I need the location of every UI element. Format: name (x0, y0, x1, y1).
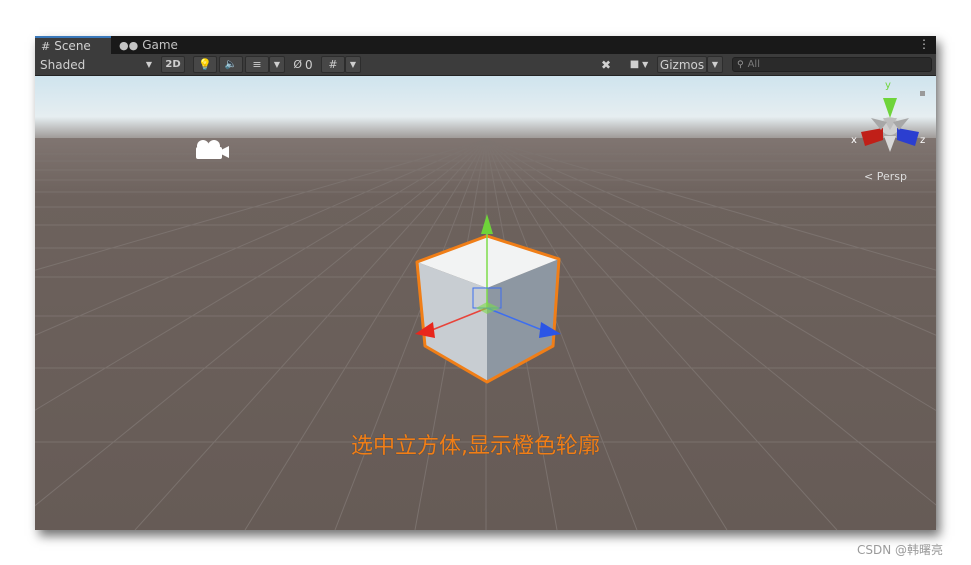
tab-game-label: Game (142, 38, 178, 52)
axis-x-label: x (851, 135, 857, 146)
gamepad-icon: ●● (119, 38, 139, 52)
lightbulb-icon: 💡 (198, 58, 212, 71)
axis-z-label: z (920, 135, 926, 146)
scene-canvas (35, 76, 936, 530)
chevron-down-icon: ▼ (642, 60, 649, 69)
watermark: CSDN @韩曙亮 (857, 543, 944, 557)
search-icon: ⚲ (737, 59, 744, 70)
hidden-count: 0 (305, 57, 313, 72)
speaker-icon: 🔈 (224, 59, 238, 70)
toggle-2d-button[interactable]: 2D (161, 56, 185, 73)
scene-viewport[interactable]: y x z < Persp 选中立方体,显示橙色轮廓 (35, 76, 936, 530)
video-camera-icon: ■ (629, 59, 640, 70)
camera-dropdown-button[interactable]: ■ ▼ (623, 56, 655, 73)
wrench-icon: ✖ (600, 57, 612, 72)
chevron-down-icon: ▼ (349, 60, 357, 69)
scene-window: # Scene ●● Game ⋮ Shaded ▼ 2D 💡 🔈 ≡ ▼ Ø (35, 36, 936, 530)
chevron-down-icon: ▼ (711, 60, 719, 69)
grid-toggle-button[interactable]: # (321, 56, 345, 73)
tab-game[interactable]: ●● Game (113, 36, 183, 54)
chevron-down-icon: ▼ (273, 60, 281, 69)
lighting-toggle-button[interactable]: 💡 (193, 56, 217, 73)
grid-dropdown-button[interactable]: ▼ (345, 56, 361, 73)
persp-icon: < (864, 170, 874, 183)
layers-icon: ≡ (252, 58, 262, 71)
shading-mode-dropdown[interactable]: Shaded ▼ (37, 56, 155, 73)
persp-label: Persp (876, 170, 907, 183)
chevron-down-icon: ▼ (145, 60, 152, 69)
gizmos-dropdown-button[interactable]: ▼ (707, 56, 723, 73)
audio-toggle-button[interactable]: 🔈 (219, 56, 243, 73)
annotation-caption: 选中立方体,显示橙色轮廓 (351, 434, 600, 459)
toggle-2d-label: 2D (165, 59, 181, 70)
effects-toggle-button[interactable]: ≡ (245, 56, 269, 73)
tab-scene-label: Scene (54, 39, 91, 53)
tab-bar: # Scene ●● Game ⋮ (35, 36, 936, 54)
gizmos-label: Gizmos (659, 57, 705, 72)
search-placeholder: All (747, 59, 760, 70)
lock-icon[interactable] (920, 91, 925, 96)
tools-button[interactable]: ✖ (595, 56, 617, 73)
shading-mode-label: Shaded (40, 57, 86, 72)
grid-icon: # (41, 39, 51, 53)
hidden-objects-toggle[interactable]: Ø 0 (287, 56, 319, 73)
effects-dropdown-button[interactable]: ▼ (269, 56, 285, 73)
search-input[interactable]: ⚲ All (732, 57, 932, 72)
axis-y-label: y (885, 80, 891, 91)
grid-icon: # (328, 58, 338, 71)
projection-toggle[interactable]: < Persp (864, 170, 907, 183)
scene-toolbar: Shaded ▼ 2D 💡 🔈 ≡ ▼ Ø 0 # ▼ ✖ ■ ▼ Gizmos… (35, 54, 936, 76)
sky (35, 76, 936, 144)
gizmos-button[interactable]: Gizmos (657, 56, 707, 73)
eye-slash-icon: Ø (293, 58, 303, 71)
kebab-menu-icon[interactable]: ⋮ (918, 37, 930, 51)
tab-scene[interactable]: # Scene (35, 36, 111, 54)
